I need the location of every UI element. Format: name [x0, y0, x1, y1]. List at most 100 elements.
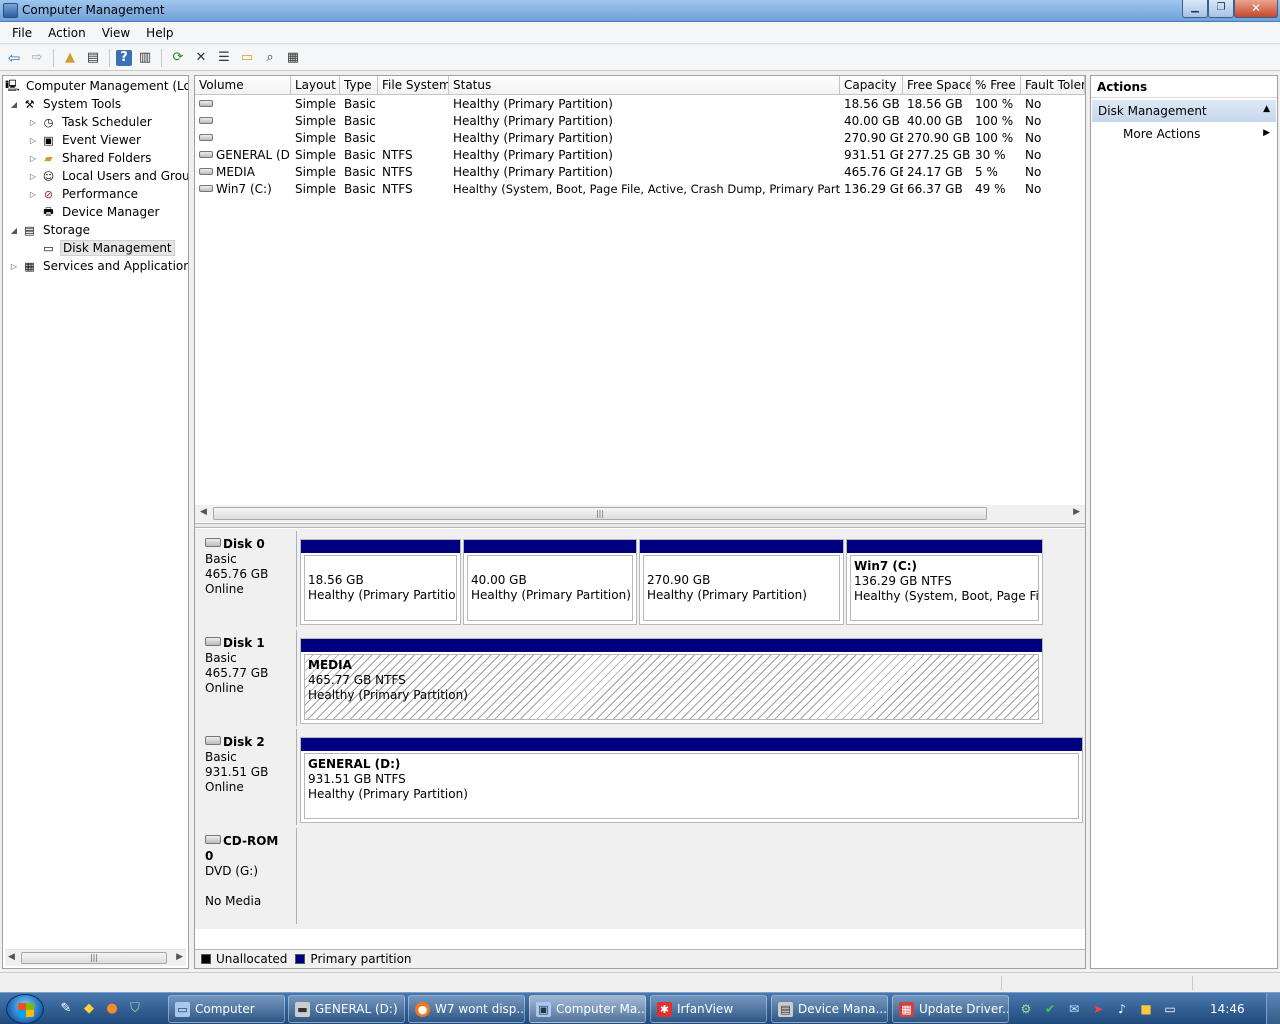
collapse-icon[interactable]: ◢ [9, 100, 19, 109]
search-icon[interactable]: ⌕ [260, 48, 280, 68]
more-actions-item[interactable]: More Actions ▶ [1091, 124, 1277, 144]
minimize-button[interactable]: ▁ [1182, 0, 1208, 18]
column-layout[interactable]: Layout [291, 76, 340, 95]
properties-icon[interactable]: ☰ [214, 48, 234, 68]
tree-item-device-manager[interactable]: 🖶 Device Manager [41, 203, 161, 221]
tree-item-event-viewer[interactable]: ▷ ▣ Event Viewer [28, 131, 143, 149]
tray-messenger-icon[interactable]: ✉ [1066, 1001, 1082, 1017]
quicklaunch-tool-icon[interactable]: ✎ [58, 1001, 74, 1017]
scroll-left-icon[interactable]: ◀ [8, 952, 15, 962]
column-percent-free[interactable]: % Free [971, 76, 1021, 95]
show-hide-action-pane-icon[interactable]: ▥ [135, 48, 155, 68]
tree-item-services[interactable]: ▷ ▦ Services and Applications [9, 257, 188, 275]
scroll-right-icon[interactable]: ▶ [1073, 507, 1080, 517]
scrollbar-thumb[interactable]: ||| [21, 952, 167, 964]
disk-info[interactable]: Disk 2 Basic 931.51 GB Online [197, 729, 297, 825]
tray-package-icon[interactable]: ■ [1138, 1001, 1154, 1017]
open-folder-icon[interactable]: ▭ [237, 48, 257, 68]
table-row[interactable]: GENERAL (D:) Simple Basic NTFS Healthy (… [195, 147, 1085, 164]
table-row[interactable]: Simple Basic Healthy (Primary Partition)… [195, 130, 1085, 147]
taskbar-item-computer-management[interactable]: ▣ Computer Ma... [529, 995, 646, 1023]
delete-icon[interactable]: ✕ [191, 48, 211, 68]
table-row[interactable]: Simple Basic Healthy (Primary Partition)… [195, 96, 1085, 113]
shield-icon[interactable]: ⛉ [127, 1001, 143, 1017]
taskbar-clock[interactable]: 14:46 [1210, 1002, 1245, 1016]
taskbar-item-irfanview[interactable]: ✱ IrfanView [650, 995, 767, 1023]
start-button[interactable] [6, 994, 44, 1024]
column-free-space[interactable]: Free Space [903, 76, 971, 95]
table-row[interactable]: Simple Basic Healthy (Primary Partition)… [195, 113, 1085, 130]
tray-volume-icon[interactable]: ♪ [1114, 1001, 1130, 1017]
tree-item-shared-folders[interactable]: ▷ ▰ Shared Folders [28, 149, 153, 167]
taskbar-item-firefox[interactable]: ● W7 wont disp... [408, 995, 525, 1023]
settings-icon[interactable]: ▦ [283, 48, 303, 68]
tree-item-root[interactable]: 🖳 Computer Management (Local [5, 77, 188, 95]
partition[interactable]: MEDIA 465.77 GB NTFS Healthy (Primary Pa… [300, 638, 1043, 724]
up-folder-icon[interactable]: ▲ [60, 48, 80, 68]
firefox-icon[interactable]: ● [104, 1001, 120, 1017]
unallocated-swatch [201, 954, 211, 964]
tray-check-icon[interactable]: ✔ [1042, 1001, 1058, 1017]
expand-icon[interactable]: ▷ [28, 154, 38, 163]
taskbar-item-computer[interactable]: ▭ Computer [168, 995, 285, 1023]
tree-item-task-scheduler[interactable]: ▷ ◷ Task Scheduler [28, 113, 154, 131]
partition[interactable]: GENERAL (D:) 931.51 GB NTFS Healthy (Pri… [300, 737, 1083, 823]
tree-item-performance[interactable]: ▷ ⊘ Performance [28, 185, 140, 203]
column-fault-tolerance[interactable]: Fault Toler [1021, 76, 1085, 95]
table-row[interactable]: Win7 (C:) Simple Basic NTFS Healthy (Sys… [195, 181, 1085, 198]
tree-horizontal-scrollbar[interactable]: ◀ ||| ▶ [5, 949, 186, 966]
disk-row-2: Disk 2 Basic 931.51 GB Online GENERAL (D… [195, 727, 1085, 825]
actions-section-disk-management[interactable]: Disk Management ▲ [1092, 100, 1276, 122]
actions-pane: Actions Disk Management ▲ More Actions ▶ [1090, 75, 1278, 969]
tray-security-icon[interactable]: ➤ [1090, 1001, 1106, 1017]
menu-action[interactable]: Action [40, 23, 94, 43]
column-capacity[interactable]: Capacity [840, 76, 903, 95]
scroll-left-icon[interactable]: ◀ [200, 507, 207, 517]
tree-item-local-users[interactable]: ▷ ☺ Local Users and Groups [28, 167, 188, 185]
tray-display-icon[interactable]: ▭ [1162, 1001, 1178, 1017]
show-hide-tree-icon[interactable]: ▤ [83, 48, 103, 68]
collapse-icon[interactable]: ◢ [9, 226, 19, 235]
tree-item-storage[interactable]: ◢ ▤ Storage [9, 221, 92, 239]
taskbar-item-device-manager[interactable]: ▤ Device Mana... [771, 995, 888, 1023]
expand-icon[interactable]: ▷ [9, 262, 19, 271]
collapse-icon[interactable]: ▲ [1263, 104, 1270, 114]
volume-list-horizontal-scrollbar[interactable]: ◀ ||| ▶ [195, 505, 1085, 522]
menu-file[interactable]: File [4, 23, 40, 43]
table-row[interactable]: MEDIA Simple Basic NTFS Healthy (Primary… [195, 164, 1085, 181]
tray-network-icon[interactable]: ⚙ [1018, 1001, 1034, 1017]
refresh-icon[interactable]: ⟳ [168, 48, 188, 68]
partition[interactable]: 18.56 GB Healthy (Primary Partition) [300, 539, 461, 625]
quicklaunch-warning-icon[interactable]: ◆ [81, 1001, 97, 1017]
column-type[interactable]: Type [340, 76, 378, 95]
expand-icon[interactable]: ▷ [28, 136, 38, 145]
tree-item-disk-management[interactable]: ▭ Disk Management [41, 239, 175, 257]
column-file-system[interactable]: File System [378, 76, 449, 95]
expand-icon[interactable]: ▷ [28, 118, 38, 127]
disk-info[interactable]: CD-ROM 0 DVD (G:) No Media [197, 828, 297, 924]
maximize-button[interactable]: ❐ [1208, 0, 1234, 18]
task-label: Update Driver... [919, 1002, 1009, 1016]
pane-splitter[interactable] [195, 523, 1085, 528]
column-status[interactable]: Status [449, 76, 840, 95]
menu-view[interactable]: View [94, 23, 138, 43]
help-icon[interactable]: ? [116, 49, 132, 66]
scroll-right-icon[interactable]: ▶ [176, 952, 183, 962]
taskbar-item-general-d[interactable]: ▬ GENERAL (D:) [288, 995, 405, 1023]
scrollbar-thumb[interactable]: ||| [213, 507, 987, 520]
close-button[interactable]: ✕ [1234, 0, 1278, 18]
tree-item-system-tools[interactable]: ◢ ⚒ System Tools [9, 95, 123, 113]
show-desktop-button[interactable] [1266, 993, 1280, 1024]
expand-icon[interactable]: ▷ [28, 172, 38, 181]
taskbar-item-update-driver[interactable]: ▦ Update Driver... [892, 995, 1009, 1023]
disk-info[interactable]: Disk 1 Basic 465.77 GB Online [197, 630, 297, 726]
forward-icon[interactable]: ⇨ [27, 48, 47, 68]
expand-icon[interactable]: ▷ [28, 190, 38, 199]
partition[interactable]: 40.00 GB Healthy (Primary Partition) [463, 539, 637, 625]
menu-help[interactable]: Help [138, 23, 181, 43]
partition[interactable]: Win7 (C:) 136.29 GB NTFS Healthy (System… [846, 539, 1043, 625]
partition[interactable]: 270.90 GB Healthy (Primary Partition) [639, 539, 844, 625]
back-icon[interactable]: ⇦ [4, 48, 24, 68]
column-volume[interactable]: Volume [195, 76, 291, 95]
disk-info[interactable]: Disk 0 Basic 465.76 GB Online [197, 531, 297, 627]
